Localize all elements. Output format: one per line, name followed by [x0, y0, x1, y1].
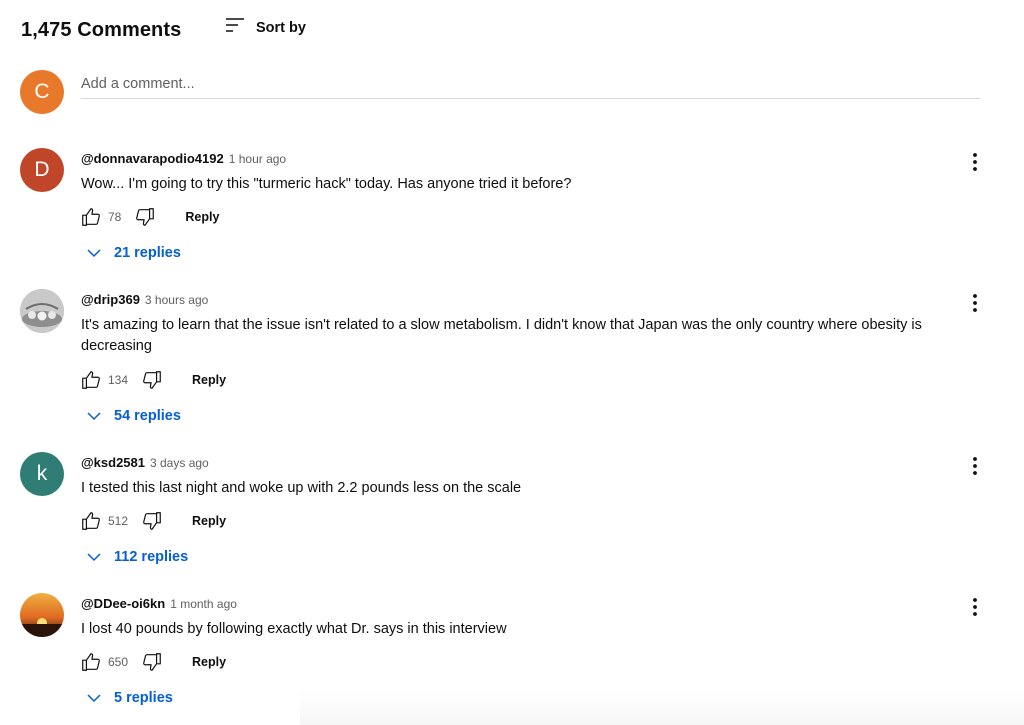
commenter-avatar[interactable]: D: [20, 148, 64, 192]
chevron-down-icon: [87, 249, 101, 258]
sort-by-button[interactable]: Sort by: [224, 14, 306, 41]
comment-meta: @drip369 3 hours ago: [81, 292, 208, 307]
commenter-avatar[interactable]: k: [20, 452, 64, 496]
commenter-avatar[interactable]: [20, 593, 64, 637]
more-options-button[interactable]: [963, 454, 987, 478]
comment-meta: @DDee-oi6kn 1 month ago: [81, 596, 237, 611]
chevron-down-icon: [87, 694, 101, 703]
like-count: 134: [108, 373, 129, 387]
thumbs-down-icon: [143, 653, 161, 671]
like-count: 650: [108, 655, 129, 669]
chevron-down-icon: [87, 553, 101, 562]
reply-button[interactable]: Reply: [192, 514, 226, 528]
thumbs-down-icon: [143, 512, 161, 530]
commenter-avatar[interactable]: [20, 289, 64, 333]
reply-button[interactable]: Reply: [192, 655, 226, 669]
comments-header: 1,475 Comments: [21, 14, 181, 46]
thumbs-down-icon: [143, 371, 161, 389]
comment-text: It's amazing to learn that the issue isn…: [81, 317, 922, 354]
view-replies-button[interactable]: 112 replies: [86, 549, 188, 565]
like-button[interactable]: [79, 368, 103, 392]
comment-meta: @donnavarapodio4192 1 hour ago: [81, 151, 286, 166]
dislike-button[interactable]: [140, 509, 164, 533]
comment-actions: 512 Reply: [79, 509, 226, 533]
comment-author[interactable]: @drip369: [81, 292, 140, 307]
more-vert-icon: [973, 457, 977, 475]
avatar-letter: D: [34, 158, 50, 181]
more-vert-icon: [973, 598, 977, 616]
comment-text: I lost 40 pounds by following exactly wh…: [81, 621, 507, 637]
more-vert-icon: [973, 294, 977, 312]
comment-time[interactable]: 3 hours ago: [145, 293, 208, 307]
avatar-photo-icon: [20, 289, 64, 333]
comment-count: 1,475 Comments: [21, 18, 182, 41]
comment-time[interactable]: 3 days ago: [150, 456, 209, 470]
replies-count: 5 replies: [114, 690, 173, 706]
thumbs-up-icon: [82, 371, 100, 389]
view-replies-button[interactable]: 21 replies: [86, 245, 181, 261]
view-replies-button[interactable]: 5 replies: [86, 690, 173, 706]
user-avatar: C: [20, 70, 64, 114]
comment-time[interactable]: 1 hour ago: [229, 152, 286, 166]
comment-actions: 78 Reply: [79, 205, 219, 229]
sort-icon: [224, 14, 246, 41]
comment-meta: @ksd2581 3 days ago: [81, 455, 209, 470]
view-replies-button[interactable]: 54 replies: [86, 408, 181, 424]
comment-actions: 650 Reply: [79, 650, 226, 674]
comment-text: Wow... I'm going to try this "turmeric h…: [81, 176, 572, 192]
user-avatar-letter: C: [34, 80, 50, 103]
replies-count: 112 replies: [114, 549, 189, 565]
like-count: 512: [108, 514, 129, 528]
comment-text: I tested this last night and woke up wit…: [81, 480, 522, 496]
sunset-avatar-icon: [20, 593, 64, 637]
more-options-button[interactable]: [963, 150, 987, 174]
replies-count: 54 replies: [114, 408, 181, 424]
add-comment-row: C: [20, 70, 980, 116]
bottom-fade: [300, 690, 1024, 725]
comment-time[interactable]: 1 month ago: [170, 597, 237, 611]
thumbs-up-icon: [82, 208, 100, 226]
like-button[interactable]: [79, 205, 103, 229]
comment-author[interactable]: @ksd2581: [81, 455, 145, 470]
like-button[interactable]: [79, 650, 103, 674]
thumbs-up-icon: [82, 653, 100, 671]
reply-button[interactable]: Reply: [185, 210, 219, 224]
comment-author[interactable]: @donnavarapodio4192: [81, 151, 224, 166]
more-options-button[interactable]: [963, 595, 987, 619]
more-vert-icon: [973, 153, 977, 171]
like-button[interactable]: [79, 509, 103, 533]
add-comment-input[interactable]: [81, 70, 980, 99]
reply-button[interactable]: Reply: [192, 373, 226, 387]
more-options-button[interactable]: [963, 291, 987, 315]
dislike-button[interactable]: [140, 650, 164, 674]
thumbs-down-icon: [136, 208, 155, 226]
replies-count: 21 replies: [114, 245, 181, 261]
sort-by-label: Sort by: [256, 19, 306, 36]
dislike-button[interactable]: [140, 368, 164, 392]
dislike-button[interactable]: [133, 205, 157, 229]
thumbs-up-icon: [82, 512, 100, 530]
comment-author[interactable]: @DDee-oi6kn: [81, 596, 165, 611]
avatar-letter: k: [36, 462, 48, 485]
chevron-down-icon: [87, 412, 101, 421]
comment-actions: 134 Reply: [79, 368, 226, 392]
like-count: 78: [108, 210, 122, 224]
